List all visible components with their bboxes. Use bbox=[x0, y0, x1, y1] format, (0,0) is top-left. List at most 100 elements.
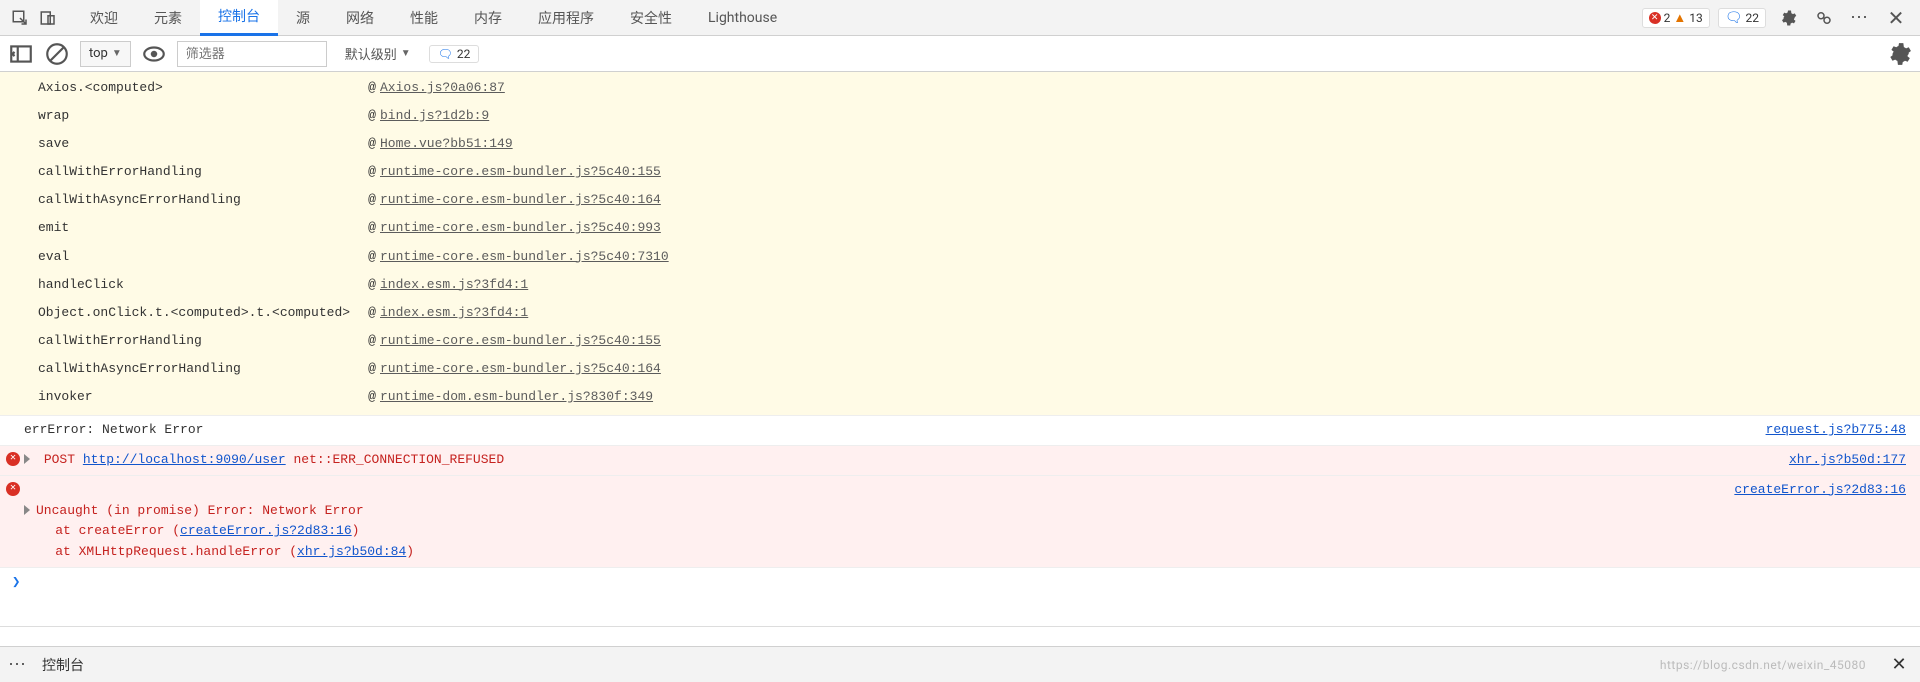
drawer-more-icon[interactable]: ⋯ bbox=[8, 654, 28, 675]
source-link[interactable]: request.js?b775:48 bbox=[1746, 420, 1906, 441]
log-text: errError: Network Error bbox=[24, 420, 203, 441]
clear-console-icon[interactable] bbox=[44, 41, 70, 67]
device-toggle-icon[interactable] bbox=[34, 4, 62, 32]
live-expression-icon[interactable] bbox=[141, 41, 167, 67]
source-link[interactable]: index.esm.js?3fd4:1 bbox=[380, 305, 528, 320]
error-icon: ✕ bbox=[6, 482, 20, 496]
at-symbol: @ bbox=[364, 105, 380, 127]
at-symbol: @ bbox=[364, 302, 380, 324]
source-link[interactable]: bind.js?1d2b:9 bbox=[380, 108, 489, 123]
source-link[interactable]: xhr.js?b50d:177 bbox=[1769, 450, 1906, 471]
tab-network[interactable]: 网络 bbox=[328, 0, 392, 36]
error-count: 2 bbox=[1664, 11, 1671, 25]
disclosure-triangle-icon[interactable] bbox=[24, 454, 30, 464]
http-method: POST bbox=[44, 452, 75, 467]
stack-frame: callWithErrorHandling@runtime-core.esm-b… bbox=[0, 327, 1920, 355]
source-link[interactable]: Home.vue?bb51:149 bbox=[380, 136, 513, 151]
source-link[interactable]: runtime-core.esm-bundler.js?5c40:993 bbox=[380, 220, 661, 235]
console-prompt[interactable]: ❯ bbox=[0, 568, 1920, 597]
stack-frame: callWithAsyncErrorHandling@runtime-core.… bbox=[0, 186, 1920, 214]
tab-performance[interactable]: 性能 bbox=[392, 0, 456, 36]
context-selector[interactable]: top ▼ bbox=[80, 41, 131, 67]
at-symbol: @ bbox=[364, 358, 380, 380]
stack-frame: handleClick@index.esm.js?3fd4:1 bbox=[0, 271, 1920, 299]
stack-function: callWithAsyncErrorHandling bbox=[38, 189, 364, 211]
source-link[interactable]: runtime-dom.esm-bundler.js?830f:349 bbox=[380, 389, 653, 404]
source-link[interactable]: runtime-core.esm-bundler.js?5c40:155 bbox=[380, 333, 661, 348]
stack-function: Axios.<computed> bbox=[38, 77, 364, 99]
source-link[interactable]: runtime-core.esm-bundler.js?5c40:7310 bbox=[380, 249, 669, 264]
tab-security[interactable]: 安全性 bbox=[612, 0, 690, 36]
chevron-down-icon: ▼ bbox=[112, 48, 122, 59]
settings-icon[interactable] bbox=[1774, 4, 1802, 32]
warning-count: 13 bbox=[1689, 11, 1703, 25]
tab-memory[interactable]: 内存 bbox=[456, 0, 520, 36]
at-symbol: @ bbox=[364, 189, 380, 211]
context-label: top bbox=[89, 46, 108, 61]
console-toolbar: top ▼ 默认级别 ▼ 🗨 22 bbox=[0, 36, 1920, 72]
source-link[interactable]: runtime-core.esm-bundler.js?5c40:164 bbox=[380, 192, 661, 207]
error-icon: ✕ bbox=[6, 452, 20, 466]
chevron-down-icon: ▼ bbox=[401, 48, 411, 59]
stack-frame: save@Home.vue?bb51:149 bbox=[0, 130, 1920, 158]
watermark-text: https://blog.csdn.net/weixin_45080 bbox=[1660, 658, 1872, 672]
source-link[interactable]: createError.js?2d83:16 bbox=[1714, 480, 1906, 501]
source-link[interactable]: Axios.js?0a06:87 bbox=[380, 80, 505, 95]
at-symbol: @ bbox=[364, 217, 380, 239]
sidebar-toggle-icon[interactable] bbox=[8, 41, 34, 67]
tab-application[interactable]: 应用程序 bbox=[520, 0, 612, 36]
drawer-close-icon[interactable]: ✕ bbox=[1886, 654, 1912, 675]
error-warning-counter[interactable]: ✕ 2 ▲ 13 bbox=[1642, 8, 1710, 28]
stack-function: callWithAsyncErrorHandling bbox=[38, 358, 364, 380]
close-devtools-icon[interactable]: ✕ bbox=[1882, 4, 1910, 32]
stack-frame: wrap@bind.js?1d2b:9 bbox=[0, 102, 1920, 130]
source-link[interactable]: runtime-core.esm-bundler.js?5c40:164 bbox=[380, 361, 661, 376]
source-link[interactable]: index.esm.js?3fd4:1 bbox=[380, 277, 528, 292]
filter-input[interactable] bbox=[177, 41, 327, 67]
at-symbol: @ bbox=[364, 77, 380, 99]
disclosure-triangle-icon[interactable] bbox=[24, 505, 30, 515]
inspect-icon[interactable] bbox=[6, 4, 34, 32]
console-settings-icon[interactable] bbox=[1886, 41, 1912, 67]
stack-function: eval bbox=[38, 246, 364, 268]
error-head: Uncaught (in promise) Error: Network Err… bbox=[36, 503, 364, 518]
stack-function: callWithErrorHandling bbox=[38, 330, 364, 352]
tab-lighthouse[interactable]: Lighthouse bbox=[690, 0, 795, 36]
tab-welcome[interactable]: 欢迎 bbox=[72, 0, 136, 36]
log-level-label: 默认级别 bbox=[345, 44, 397, 63]
stack-frame: callWithAsyncErrorHandling@runtime-core.… bbox=[0, 355, 1920, 383]
request-url-link[interactable]: http://localhost:9090/user bbox=[83, 452, 286, 467]
console-output[interactable]: Axios.<computed>@Axios.js?0a06:87wrap@bi… bbox=[0, 72, 1920, 626]
source-link[interactable]: runtime-core.esm-bundler.js?5c40:155 bbox=[380, 164, 661, 179]
source-link[interactable]: createError.js?2d83:16 bbox=[180, 523, 352, 538]
log-row-error: ✕ Uncaught (in promise) Error: Network E… bbox=[0, 476, 1920, 568]
source-link[interactable]: xhr.js?b50d:84 bbox=[297, 544, 406, 559]
stack-frame: Axios.<computed>@Axios.js?0a06:87 bbox=[0, 74, 1920, 102]
messages-counter[interactable]: 🗨 22 bbox=[1718, 8, 1766, 28]
log-row-error: ✕ POST http://localhost:9090/user net::E… bbox=[0, 446, 1920, 476]
error-body: POST http://localhost:9090/user net::ERR… bbox=[24, 450, 504, 471]
at-symbol: @ bbox=[364, 161, 380, 183]
log-level-selector[interactable]: 默认级别 ▼ bbox=[337, 41, 419, 67]
error-reason: net::ERR_CONNECTION_REFUSED bbox=[294, 452, 505, 467]
error-body: Uncaught (in promise) Error: Network Err… bbox=[24, 480, 414, 563]
issues-counter[interactable]: 🗨 22 bbox=[429, 45, 480, 63]
stack-frame-suffix: ) bbox=[406, 544, 414, 559]
stack-function: wrap bbox=[38, 105, 364, 127]
experiments-icon[interactable] bbox=[1810, 4, 1838, 32]
stack-frame: emit@runtime-core.esm-bundler.js?5c40:99… bbox=[0, 214, 1920, 242]
tab-elements[interactable]: 元素 bbox=[136, 0, 200, 36]
stack-function: save bbox=[38, 133, 364, 155]
error-icon: ✕ bbox=[1649, 12, 1661, 24]
drawer-tab-console[interactable]: 控制台 bbox=[42, 655, 84, 675]
drawer-separator bbox=[0, 626, 1920, 646]
message-icon: 🗨 bbox=[438, 47, 453, 61]
warning-icon: ▲ bbox=[1673, 10, 1686, 26]
stack-function: invoker bbox=[38, 386, 364, 408]
drawer: ⋯ 控制台 https://blog.csdn.net/weixin_45080… bbox=[0, 646, 1920, 682]
log-row-info: errError: Network Error request.js?b775:… bbox=[0, 416, 1920, 446]
tab-console[interactable]: 控制台 bbox=[200, 0, 278, 36]
tab-sources[interactable]: 源 bbox=[278, 0, 328, 36]
more-icon[interactable]: ⋯ bbox=[1846, 4, 1874, 32]
at-symbol: @ bbox=[364, 386, 380, 408]
